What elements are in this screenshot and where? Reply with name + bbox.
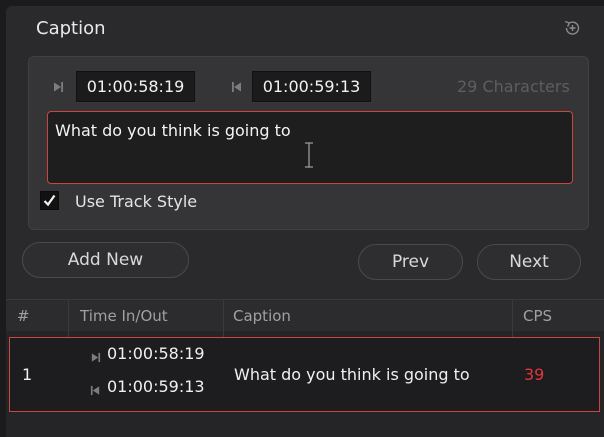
prev-button[interactable]: Prev <box>358 244 463 280</box>
next-button[interactable]: Next <box>477 244 581 280</box>
row-time-in: 01:00:58:19 <box>107 344 205 363</box>
column-header-caption: Caption <box>233 307 291 325</box>
panel-title: Caption <box>36 18 106 39</box>
column-header-cps: CPS <box>523 307 553 325</box>
caption-panel: Caption 01:00:58:19 01:00:59:13 29 Chara… <box>6 6 604 437</box>
row-index: 1 <box>22 365 33 384</box>
text-cursor-icon <box>305 142 313 168</box>
add-new-button[interactable]: Add New <box>22 242 189 278</box>
reset-icon[interactable] <box>562 18 582 38</box>
caption-text: What do you think is going to <box>55 121 291 140</box>
column-header-index: # <box>17 307 30 325</box>
time-out-field[interactable]: 01:00:59:13 <box>252 71 371 102</box>
row-caption: What do you think is going to <box>234 365 470 384</box>
table-header: # Time In/Out Caption CPS <box>6 299 604 331</box>
caption-text-input[interactable]: What do you think is going to <box>47 111 573 184</box>
mark-out-icon <box>90 385 100 396</box>
time-in-field[interactable]: 01:00:58:19 <box>76 71 195 102</box>
row-cps: 39 <box>524 365 545 384</box>
use-track-style-label: Use Track Style <box>75 192 198 211</box>
use-track-style-checkbox[interactable] <box>40 191 59 210</box>
table-row[interactable]: 1 01:00:58:19 01:00:59:13 What do you th… <box>9 337 600 412</box>
mark-in-icon <box>91 352 101 363</box>
mark-in-icon <box>54 82 63 92</box>
mark-out-icon <box>232 82 241 92</box>
character-count: 29 Characters <box>457 77 570 96</box>
caption-editor: 01:00:58:19 01:00:59:13 29 Characters Wh… <box>28 56 589 230</box>
caption-table: # Time In/Out Caption CPS 1 01:00:58:19 … <box>6 299 604 437</box>
row-time-out: 01:00:59:13 <box>107 377 205 396</box>
column-header-time: Time In/Out <box>80 307 168 325</box>
checkmark-icon <box>43 194 56 207</box>
